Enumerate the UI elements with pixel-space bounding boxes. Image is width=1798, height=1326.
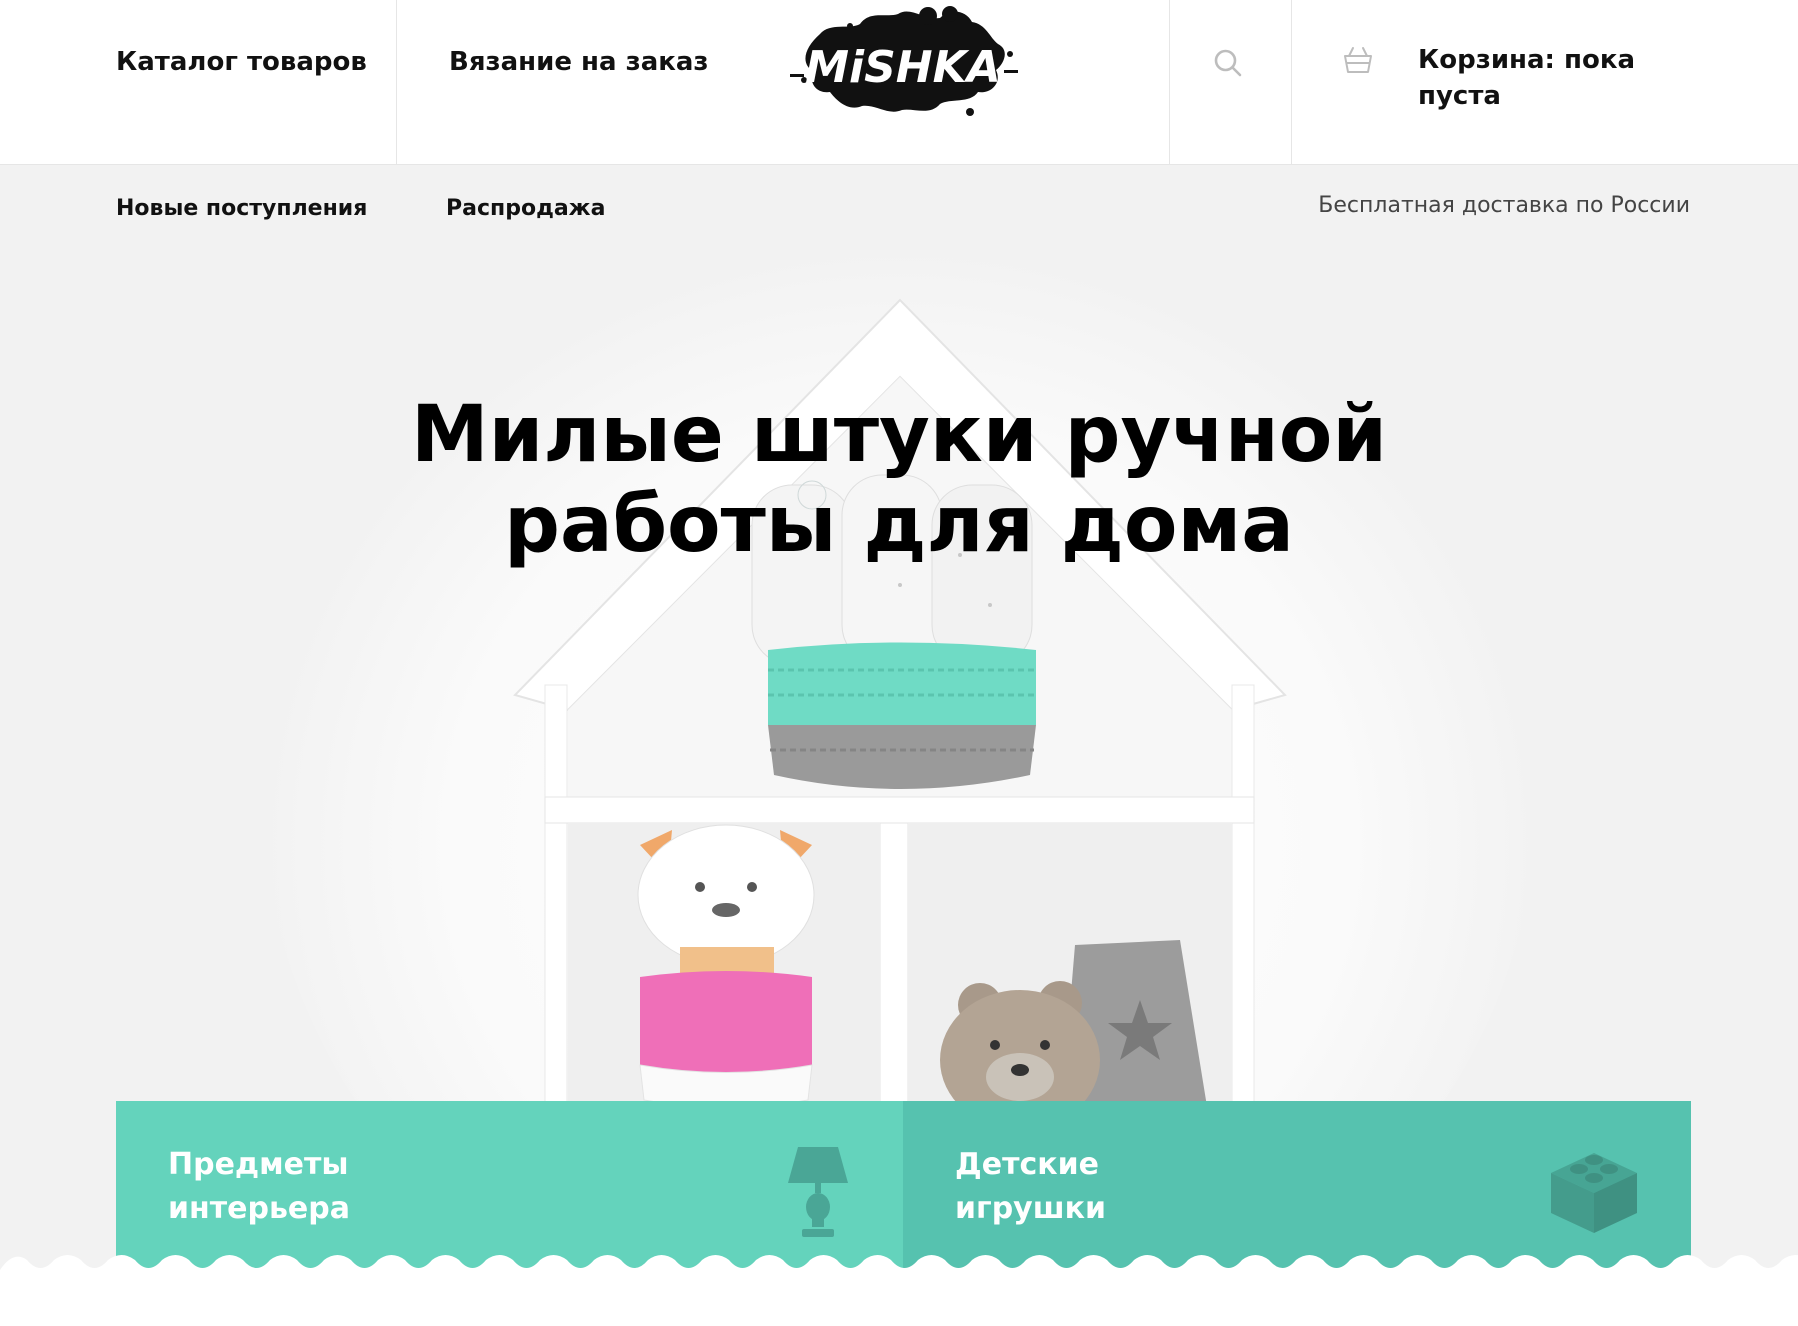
- search-icon: [1214, 49, 1242, 77]
- cart-status-line: пуста: [1418, 81, 1501, 111]
- cart-status[interactable]: Корзина: пока пуста: [1418, 42, 1648, 114]
- nav-knitting-link[interactable]: Вязание на заказ: [449, 47, 709, 77]
- subnav-new-arrivals-link[interactable]: Новые поступления: [116, 196, 367, 221]
- logo[interactable]: MiSHKA: [790, 4, 1020, 120]
- category-label-line: интерьера: [168, 1191, 350, 1226]
- knitted-basket: [768, 642, 1036, 789]
- logo-text: MiSHKA: [805, 42, 1001, 93]
- header-divider: [396, 0, 397, 164]
- nav-catalog-link[interactable]: Каталог товаров: [116, 47, 367, 77]
- category-label: Предметы интерьера: [168, 1143, 350, 1231]
- category-label-line: игрушки: [955, 1191, 1106, 1226]
- site-header: Каталог товаров Вязание на заказ MiSHKA: [0, 0, 1798, 165]
- subnav-sale-link[interactable]: Распродажа: [446, 196, 605, 221]
- wave-divider: [0, 1255, 1798, 1326]
- category-label-line: Детские: [955, 1147, 1099, 1182]
- search-button[interactable]: [1169, 0, 1291, 164]
- hero-title: Милые штуки ручной работы для дома: [0, 390, 1798, 570]
- category-label-line: Предметы: [168, 1147, 349, 1182]
- delivery-info: Бесплатная доставка по России: [1318, 193, 1690, 218]
- hero-title-line: работы для дома: [504, 480, 1294, 570]
- header-divider: [1291, 0, 1292, 164]
- toy-brick-icon: [1551, 1153, 1637, 1233]
- lamp-icon: [788, 1147, 848, 1237]
- basket-icon[interactable]: [1342, 44, 1374, 76]
- logo-splash: MiSHKA: [790, 6, 1018, 116]
- hero-image: [0, 165, 1798, 1165]
- hero-title-line: Милые штуки ручной: [411, 390, 1387, 480]
- category-label: Детские игрушки: [955, 1143, 1106, 1231]
- cart-status-line: Корзина: пока: [1418, 45, 1636, 75]
